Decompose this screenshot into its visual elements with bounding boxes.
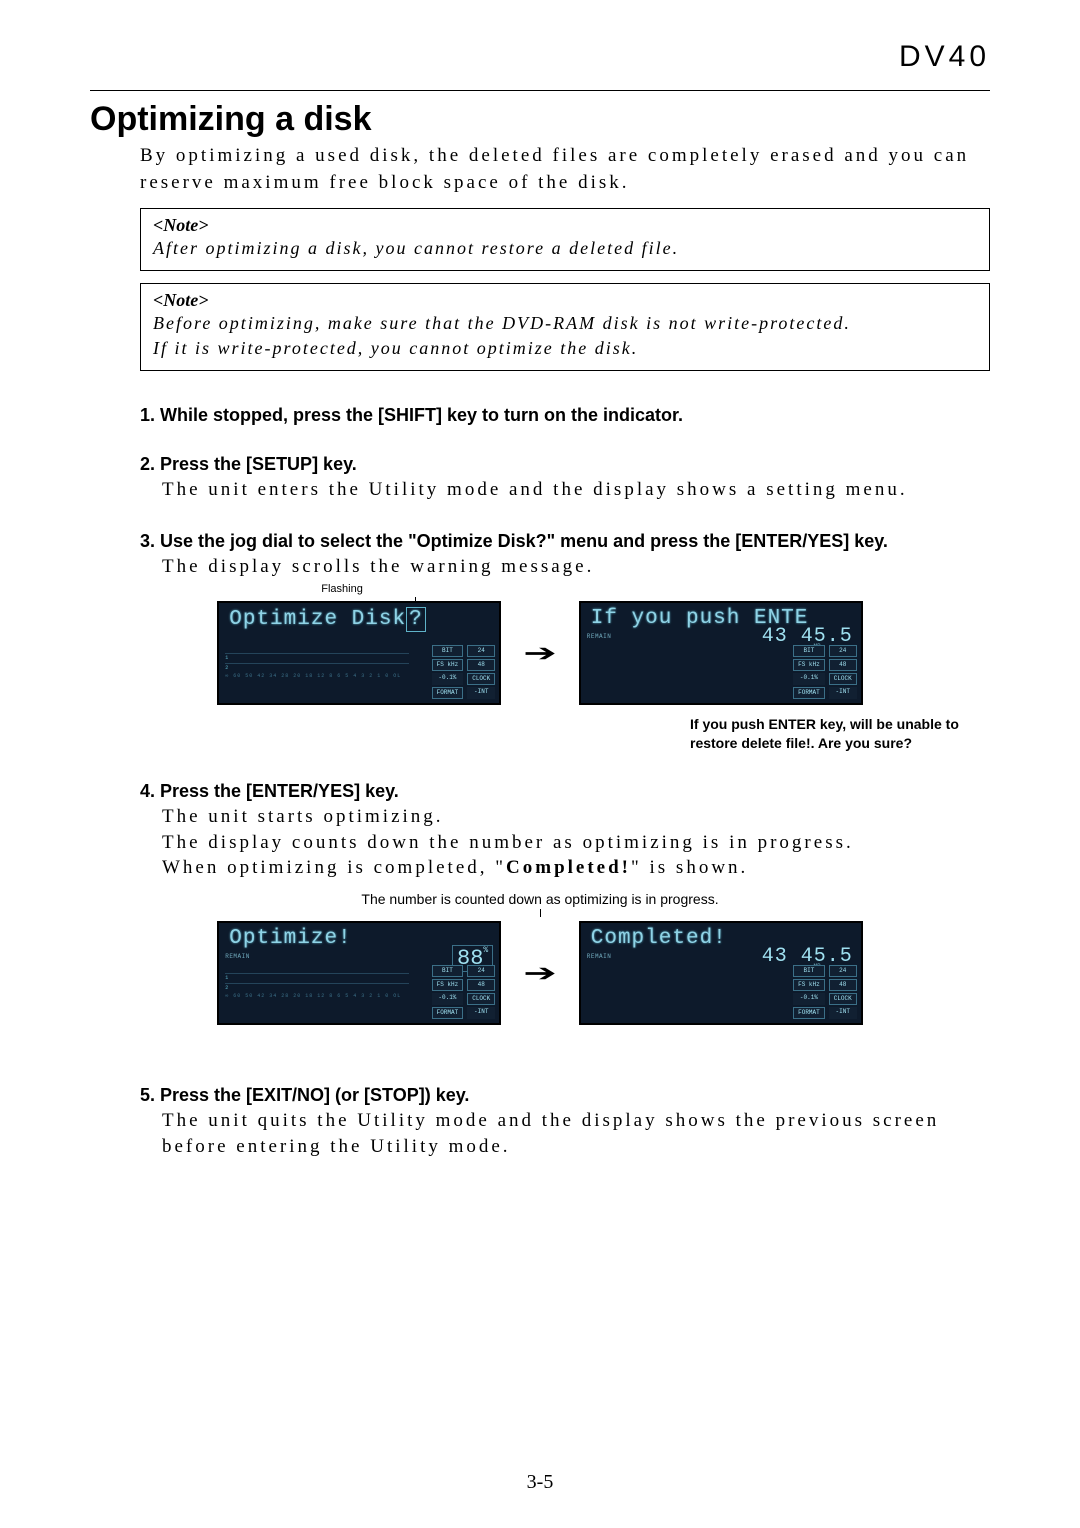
flashing-label: Flashing	[321, 583, 363, 595]
lcd-main-text: Optimize Disk?	[229, 607, 493, 632]
step4-line3a: When optimizing is completed, "	[162, 857, 506, 878]
bit-label: BIT	[432, 645, 464, 657]
intro-paragraph: By optimizing a used disk, the deleted f…	[140, 143, 990, 196]
clock-value: -INT	[467, 687, 495, 699]
product-logo: DV40	[899, 40, 990, 74]
step-4: 4. Press the [ENTER/YES] key. The unit s…	[140, 781, 990, 881]
clock-value: -INT	[829, 687, 857, 699]
remain-label: REMAIN	[587, 953, 612, 960]
bit-label: BIT	[432, 965, 464, 977]
figure1-caption: If you push ENTER key, will be unable to…	[130, 715, 990, 753]
header-rule	[90, 90, 990, 91]
caption-tick	[540, 909, 541, 917]
var-label: -0.1%	[793, 993, 825, 1005]
note-body: Before optimizing, make sure that the DV…	[153, 311, 977, 360]
caption-text: The number is counted down as optimizing…	[361, 891, 718, 907]
var-label: -0.1%	[432, 673, 464, 685]
clock-label: CLOCK	[467, 993, 495, 1005]
format-label: FORMAT	[793, 1007, 825, 1019]
lcd-meter: 1 2 ∞ 60 50 42 34 28 20 18 12 8 6 5 4 3 …	[225, 973, 409, 1017]
fs-label: FS kHz	[432, 659, 464, 671]
format-label: FORMAT	[432, 1007, 464, 1019]
fs-label: FS kHz	[793, 659, 825, 671]
fs-value: 48	[829, 979, 857, 991]
lcd-flashing-char: ?	[406, 607, 426, 632]
clock-value: -INT	[829, 1007, 857, 1019]
manual-page: DV40 Optimizing a disk By optimizing a u…	[0, 0, 1080, 1528]
step-2: 2. Press the [SETUP] key. The unit enter…	[140, 454, 990, 503]
lcd-badges: BIT24 FS kHz48 -0.1%CLOCK FORMAT-INT	[432, 965, 496, 1019]
bit-value: 24	[467, 965, 495, 977]
lcd-warning-scroll: If you push ENTE 43 45.5 REMAIN MB BIT24…	[579, 601, 863, 705]
page-title: Optimizing a disk	[90, 100, 990, 139]
lcd-main-pre: Optimize Disk	[229, 608, 406, 631]
bit-value: 24	[829, 645, 857, 657]
bit-label: BIT	[793, 645, 825, 657]
clock-label: CLOCK	[467, 673, 495, 685]
clock-value: -INT	[467, 1007, 495, 1019]
page-number: 3-5	[0, 1471, 1080, 1494]
figure-row-1: Flashing Optimize Disk? 1 2 ∞ 60 50 42 3…	[90, 601, 990, 705]
step-3: 3. Use the jog dial to select the "Optim…	[140, 531, 990, 580]
step4-line1: The unit starts optimizing.	[162, 806, 444, 827]
fs-value: 48	[467, 979, 495, 991]
bit-value: 24	[829, 965, 857, 977]
lcd-optimize-disk: Flashing Optimize Disk? 1 2 ∞ 60 50 42 3…	[217, 601, 501, 705]
fs-label: FS kHz	[432, 979, 464, 991]
step-1: 1. While stopped, press the [SHIFT] key …	[140, 405, 990, 426]
remain-label: REMAIN	[225, 953, 250, 960]
lcd-badges: BIT 24 FS kHz 48 -0.1% CLOCK FORMAT -INT	[793, 645, 857, 699]
step-body: The unit quits the Utility mode and the …	[162, 1108, 990, 1159]
meter-scale: ∞ 60 50 42 34 28 20 18 12 8 6 5 4 3 2 1 …	[225, 673, 401, 679]
step-5: 5. Press the [EXIT/NO] (or [STOP]) key. …	[140, 1085, 990, 1159]
lcd-optimizing: Optimize! 88% REMAIN 1 2 ∞ 60 50 42 34 2…	[217, 921, 501, 1025]
note-body: After optimizing a disk, you cannot rest…	[153, 236, 977, 260]
lcd-completed: Completed! 43 45.5 REMAIN MB BIT24 FS kH…	[579, 921, 863, 1025]
fs-value: 48	[467, 659, 495, 671]
lcd-badges: BIT 24 FS kHz 48 -0.1% CLOCK FORMAT -INT	[793, 965, 857, 1019]
step-head: 2. Press the [SETUP] key.	[140, 454, 990, 475]
step-body: The unit starts optimizing. The display …	[162, 804, 990, 881]
step-head: 1. While stopped, press the [SHIFT] key …	[140, 405, 990, 426]
clock-label: CLOCK	[829, 993, 857, 1005]
arrow-right-icon: ➔	[523, 961, 557, 985]
lcd-meter: 1 2 ∞ 60 50 42 34 28 20 18 12 8 6 5 4 3 …	[225, 653, 409, 697]
note-box-1: <Note> After optimizing a disk, you cann…	[140, 208, 990, 271]
step-body: The unit enters the Utility mode and the…	[162, 477, 990, 503]
note-title: <Note>	[153, 290, 977, 311]
var-label: -0.1%	[432, 993, 464, 1005]
remain-label: REMAIN	[587, 633, 612, 640]
step4-line2: The display counts down the number as op…	[162, 832, 854, 853]
step-head: 3. Use the jog dial to select the "Optim…	[140, 531, 990, 552]
note-title: <Note>	[153, 215, 977, 236]
lcd-panel: Optimize Disk? 1 2 ∞ 60 50 42 34 28 20 1…	[217, 601, 501, 705]
percent-sign: %	[483, 946, 488, 955]
var-label: -0.1%	[793, 673, 825, 685]
bit-label: BIT	[793, 965, 825, 977]
step-head: 4. Press the [ENTER/YES] key.	[140, 781, 990, 802]
completed-word: Completed!	[506, 857, 631, 878]
lcd-badges: BIT24 FS kHz48 -0.1%CLOCK FORMAT-INT	[432, 645, 496, 699]
format-label: FORMAT	[793, 687, 825, 699]
figure-row-2: Optimize! 88% REMAIN 1 2 ∞ 60 50 42 34 2…	[90, 921, 990, 1025]
meter-scale: ∞ 60 50 42 34 28 20 18 12 8 6 5 4 3 2 1 …	[225, 993, 401, 999]
fs-label: FS kHz	[793, 979, 825, 991]
fs-value: 48	[829, 659, 857, 671]
format-label: FORMAT	[432, 687, 464, 699]
bit-value: 24	[467, 645, 495, 657]
step4-line3b: " is shown.	[631, 857, 748, 878]
note-box-2: <Note> Before optimizing, make sure that…	[140, 283, 990, 371]
arrow-right-icon: ➔	[523, 641, 557, 665]
step-head: 5. Press the [EXIT/NO] (or [STOP]) key.	[140, 1085, 990, 1106]
figure2-caption-top: The number is counted down as optimizing…	[90, 891, 990, 917]
step-body: The display scrolls the warning message.	[162, 554, 990, 580]
clock-label: CLOCK	[829, 673, 857, 685]
